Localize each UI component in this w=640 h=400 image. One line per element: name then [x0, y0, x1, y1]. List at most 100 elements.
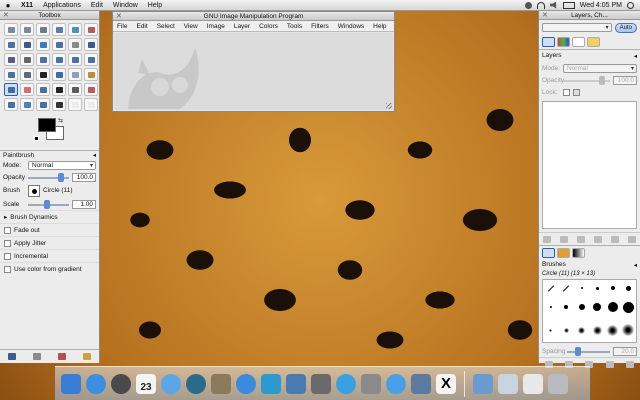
close-icon[interactable]: ✕ — [116, 12, 122, 20]
brush-preview-item[interactable] — [610, 286, 615, 291]
brush-preview-item[interactable] — [607, 302, 618, 313]
ellipse-select-icon[interactable] — [20, 23, 34, 36]
time-machine-icon[interactable] — [186, 373, 206, 394]
toolbox-titlebar[interactable]: ✕ Toolbox — [0, 11, 99, 20]
documents-stack-icon[interactable] — [498, 373, 518, 394]
safari-icon[interactable] — [161, 373, 181, 394]
sync-icon[interactable] — [524, 1, 532, 9]
brush-preview-item[interactable] — [593, 303, 602, 312]
raise-layer-icon[interactable] — [560, 235, 569, 243]
reset-options-icon[interactable] — [82, 353, 91, 360]
lock-pixels-checkbox[interactable] — [573, 88, 580, 96]
perspective-icon[interactable] — [84, 53, 98, 66]
crop-icon[interactable] — [20, 53, 34, 66]
brush-preview[interactable] — [28, 184, 40, 197]
measure-icon[interactable] — [68, 38, 82, 51]
menu-window[interactable]: Window — [108, 2, 143, 9]
tab-undo-history[interactable] — [587, 37, 600, 47]
brush-preview-item[interactable] — [578, 304, 585, 311]
spacing-slider[interactable] — [567, 346, 610, 356]
brush-preview-item[interactable] — [595, 286, 599, 290]
menu-filters[interactable]: Filters — [311, 23, 329, 30]
pencil-icon[interactable] — [84, 68, 98, 81]
x11-icon[interactable]: X — [436, 373, 456, 394]
brush-preview-item[interactable] — [578, 326, 586, 334]
resize-grip[interactable] — [386, 103, 392, 109]
scale-value[interactable]: 1.00 — [72, 199, 96, 209]
apple-menu-icon[interactable]: ● — [0, 1, 16, 10]
tab-menu-icon[interactable]: ◂ — [634, 52, 637, 60]
menu-colors[interactable]: Colors — [259, 23, 278, 30]
wifi-icon[interactable] — [536, 1, 545, 9]
menu-tools[interactable]: Tools — [287, 23, 302, 30]
menu-edit[interactable]: Edit — [136, 23, 147, 30]
foreground-select-icon[interactable] — [4, 38, 18, 51]
brush-preview-item[interactable] — [625, 285, 631, 291]
layer-mode-dropdown[interactable]: Normal — [563, 63, 637, 73]
close-icon[interactable]: ✕ — [542, 11, 548, 19]
lock-alpha-checkbox[interactable] — [563, 88, 570, 96]
battery-icon[interactable] — [562, 1, 575, 9]
close-icon[interactable]: ✕ — [3, 11, 9, 19]
finder-icon[interactable] — [61, 373, 81, 394]
gimp-titlebar[interactable]: ✕ GNU Image Manipulation Program — [113, 12, 394, 21]
photo-app-icon[interactable] — [411, 373, 431, 394]
brush-preview-item[interactable] — [547, 284, 554, 292]
airbrush-icon[interactable] — [36, 83, 50, 96]
delete-layer-icon[interactable] — [627, 235, 636, 243]
app-store-icon[interactable] — [86, 373, 106, 394]
wave-app-icon[interactable] — [261, 373, 281, 394]
icloud-icon[interactable] — [386, 373, 406, 394]
itunes-icon[interactable] — [236, 373, 256, 394]
tab-menu-icon[interactable]: ◂ — [93, 151, 96, 159]
menu-help[interactable]: Help — [373, 23, 386, 30]
spotlight-icon[interactable] — [627, 1, 634, 9]
menubar-clock[interactable]: Wed 4:05 PM — [580, 2, 622, 9]
vmware-icon[interactable] — [311, 373, 331, 394]
placeholder-icon[interactable] — [68, 98, 82, 111]
ink-icon[interactable] — [52, 83, 66, 96]
downloads-stack-icon[interactable] — [523, 373, 543, 394]
brush-preview-item[interactable] — [622, 301, 634, 313]
swap-colors-icon[interactable]: ⇆ — [58, 117, 63, 124]
brush-preview-item[interactable] — [563, 284, 570, 292]
menu-file[interactable]: File — [117, 23, 127, 30]
tab-menu-icon[interactable]: ◂ — [634, 261, 637, 269]
color-picker-icon[interactable] — [36, 38, 50, 51]
blur-icon[interactable] — [20, 98, 34, 111]
delete-brush-icon[interactable] — [605, 360, 614, 368]
preview-icon[interactable] — [361, 373, 381, 394]
volume-icon[interactable] — [549, 1, 557, 9]
dashboard-icon[interactable] — [111, 373, 131, 394]
scissors-icon[interactable] — [84, 23, 98, 36]
zoo-app-icon[interactable] — [286, 373, 306, 394]
rect-select-icon[interactable] — [4, 23, 18, 36]
image-selector-dropdown[interactable] — [542, 23, 612, 32]
scale-icon[interactable] — [52, 53, 66, 66]
menu-x11[interactable]: X11 — [16, 2, 38, 9]
brush-preview-item[interactable] — [580, 287, 583, 290]
applications-folder-icon[interactable] — [473, 373, 493, 394]
bucket-fill-icon[interactable] — [52, 68, 66, 81]
tab-layers[interactable] — [542, 37, 555, 47]
cage-icon[interactable] — [20, 68, 34, 81]
gradient-color-option[interactable]: Use color from gradient — [0, 262, 99, 275]
gimp-icon[interactable] — [211, 373, 231, 394]
flip-icon[interactable] — [4, 68, 18, 81]
brushes-grid[interactable] — [542, 279, 637, 343]
mode-dropdown[interactable]: Normal — [28, 160, 96, 170]
save-options-icon[interactable] — [8, 353, 17, 360]
delete-options-icon[interactable] — [57, 353, 66, 360]
ical-icon[interactable]: 23 — [136, 373, 156, 394]
lower-layer-icon[interactable] — [577, 235, 586, 243]
menu-image[interactable]: Image — [207, 23, 225, 30]
menu-help[interactable]: Help — [143, 2, 167, 9]
perspective-clone-icon[interactable] — [4, 98, 18, 111]
blend-icon[interactable] — [68, 68, 82, 81]
layer-opacity-value[interactable]: 100.0 — [613, 75, 637, 85]
free-select-icon[interactable] — [36, 23, 50, 36]
reset-colors-icon[interactable] — [34, 136, 39, 141]
spacing-value[interactable]: 20.0 — [613, 346, 637, 356]
refresh-brushes-icon[interactable] — [625, 360, 634, 368]
move-icon[interactable] — [84, 38, 98, 51]
